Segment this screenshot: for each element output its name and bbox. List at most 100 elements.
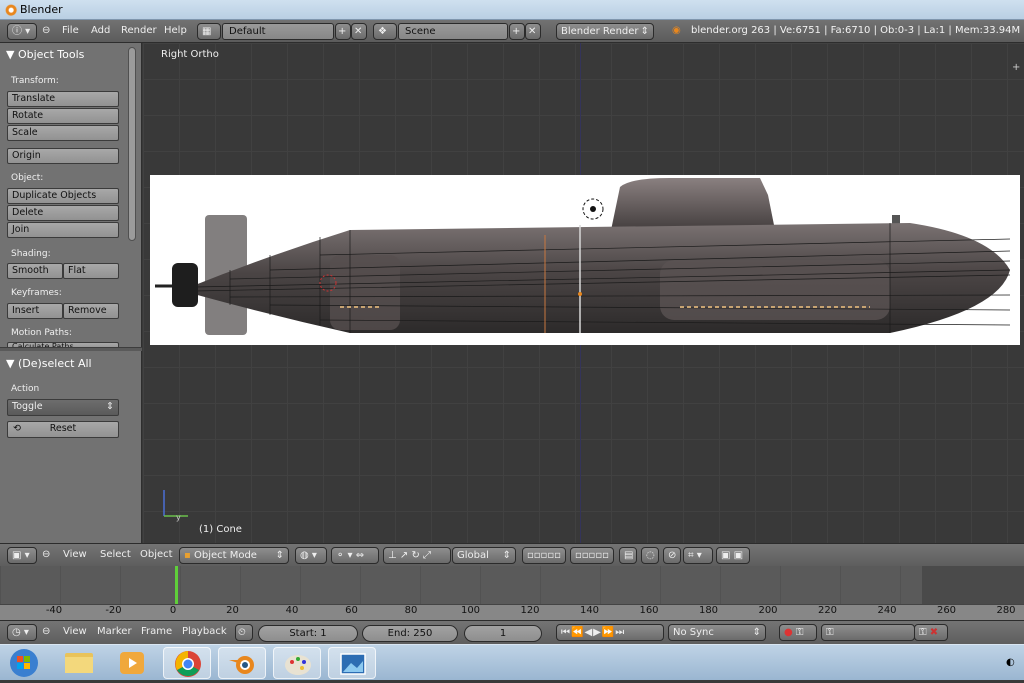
shading-select[interactable]: ◍ ▾ [295, 547, 327, 564]
duplicate-objects-button[interactable]: Duplicate Objects [7, 188, 119, 204]
add-scene-button[interactable]: + [509, 23, 525, 40]
menu-object[interactable]: Object [140, 549, 173, 560]
remove-keyframe-button[interactable]: Remove [63, 303, 119, 319]
transform-label: Transform: [11, 76, 59, 86]
tool-shelf: ▼ Object Tools Transform: Translate Rota… [0, 43, 142, 543]
lock-layers-icon[interactable]: ▤ [619, 547, 637, 564]
blender-logo-icon: ◉ [672, 25, 681, 36]
blender-icon[interactable] [218, 647, 266, 679]
cube-icon: ▪ [184, 550, 191, 561]
menu-marker[interactable]: Marker [97, 626, 132, 637]
remove-scene-button[interactable]: ✕ [525, 23, 541, 40]
menu-view[interactable]: View [63, 626, 87, 637]
window-titlebar: Blender [0, 0, 1024, 20]
add-layout-button[interactable]: + [335, 23, 351, 40]
tool-shelf-scrollbar[interactable] [128, 47, 136, 241]
axis-gizmo: y [163, 490, 188, 522]
view-properties-toggle-icon[interactable]: + [1012, 62, 1020, 73]
timeline-tick-label: 0 [169, 605, 177, 616]
timeline-tick-label: -20 [105, 605, 122, 616]
mode-select[interactable]: ▪ Object Mode ⇕ [179, 547, 289, 564]
menu-select[interactable]: Select [100, 549, 131, 560]
submarine-model[interactable] [150, 175, 1020, 345]
smooth-button[interactable]: Smooth [7, 263, 63, 279]
panel-separator[interactable] [0, 347, 142, 351]
object-tools-title: Object Tools [17, 48, 85, 61]
start-frame-field[interactable]: Start: 1 [258, 625, 358, 642]
proportional-edit-icon[interactable]: ◌ [641, 547, 659, 564]
render-engine-select[interactable]: Blender Render ⇕ [556, 23, 654, 40]
keying-set-field[interactable]: ⚿ [821, 624, 915, 641]
manipulator-buttons[interactable]: ⊥ ↗ ↻ ⤢ [383, 547, 451, 564]
reference-image [150, 175, 1020, 345]
menu-playback[interactable]: Playback [182, 626, 227, 637]
sync-label: No Sync [673, 627, 714, 638]
menu-help[interactable]: Help [164, 25, 187, 36]
chrome-icon[interactable] [163, 647, 211, 679]
image-viewer-icon[interactable] [328, 647, 376, 679]
orientation-label: Global [457, 550, 489, 561]
orientation-select[interactable]: Global ⇕ [452, 547, 516, 564]
timeline-track[interactable] [0, 566, 1024, 604]
playback-controls[interactable]: ⏮⏪◀▶⏩⏭ [556, 624, 664, 641]
remove-layout-button[interactable]: ✕ [351, 23, 367, 40]
window-title: Blender [20, 3, 63, 16]
rotate-button[interactable]: Rotate [7, 108, 119, 124]
snap-toggle-icon[interactable]: ⊘ [663, 547, 681, 564]
delete-button[interactable]: Delete [7, 205, 119, 221]
origin-button[interactable]: Origin [7, 148, 119, 164]
auto-keyframe-buttons[interactable]: ● ⚿ [779, 624, 817, 641]
scene-icon[interactable]: ❖ [373, 23, 397, 40]
paint-icon[interactable] [273, 647, 321, 679]
record-icon: ● [784, 627, 793, 638]
end-frame-field[interactable]: End: 250 [362, 625, 458, 642]
current-frame-field[interactable]: 1 [464, 625, 542, 642]
insert-keyframe-button[interactable]: Insert [7, 303, 63, 319]
object-info: (1) Cone [199, 524, 242, 535]
collapse-menu-icon[interactable]: ⊖ [42, 549, 50, 560]
collapse-menu-icon[interactable]: ⊖ [42, 25, 50, 36]
object-tools-header[interactable]: ▼ Object Tools [6, 48, 84, 61]
timeline-ruler[interactable] [0, 604, 1024, 620]
editor-type-button[interactable]: ▣ ▾ [7, 547, 37, 564]
media-player-icon[interactable] [108, 647, 156, 679]
menu-frame[interactable]: Frame [141, 626, 172, 637]
tray-icon[interactable]: ◐ [1006, 657, 1015, 668]
timeline-tick-label: 80 [404, 605, 418, 616]
reset-label: Reset [49, 423, 77, 434]
pivot-select[interactable]: ⚬ ▾ ⇔ [331, 547, 379, 564]
scale-button[interactable]: Scale [7, 125, 119, 141]
screen-layout-icon[interactable]: ▦ [197, 23, 221, 40]
preview-range-icon[interactable]: ⏲ [235, 624, 253, 641]
timeline-tick-label: 120 [520, 605, 540, 616]
view-name: Right Ortho [161, 49, 219, 60]
action-select[interactable]: Toggle ⇕ [7, 399, 119, 416]
editor-type-button[interactable]: ⓘ ▾ [7, 23, 37, 40]
menu-file[interactable]: File [62, 25, 79, 36]
svg-text:y: y [176, 513, 181, 522]
opengl-render-buttons[interactable]: ▣ ▣ [716, 547, 750, 564]
collapse-menu-icon[interactable]: ⊖ [42, 626, 50, 637]
layers-grid-2[interactable]: ▫▫▫▫▫ [570, 547, 614, 564]
windows-start-icon[interactable] [2, 647, 50, 679]
file-explorer-icon[interactable] [55, 647, 103, 679]
snap-element-select[interactable]: ⌗ ▾ [683, 547, 713, 564]
screen-layout-field[interactable]: Default [222, 23, 334, 40]
keying-buttons[interactable]: ⚿ ✖ [914, 624, 948, 641]
editor-type-button[interactable]: ◷ ▾ [7, 624, 37, 641]
scene-field[interactable]: Scene [398, 23, 508, 40]
operator-panel-title: (De)select All [17, 357, 92, 370]
menu-view[interactable]: View [63, 549, 87, 560]
current-frame-marker[interactable] [175, 566, 178, 606]
flat-button[interactable]: Flat [63, 263, 119, 279]
reset-button[interactable]: ⟲ Reset [7, 421, 119, 438]
object-label: Object: [11, 173, 44, 183]
timeline-out-of-range [922, 566, 1024, 604]
menu-add[interactable]: Add [91, 25, 110, 36]
sync-select[interactable]: No Sync ⇕ [668, 624, 766, 641]
menu-render[interactable]: Render [121, 25, 157, 36]
translate-button[interactable]: Translate [7, 91, 119, 107]
join-button[interactable]: Join [7, 222, 119, 238]
layers-grid-1[interactable]: ▫▫▫▫▫ [522, 547, 566, 564]
operator-panel-header[interactable]: ▼ (De)select All [6, 357, 92, 370]
